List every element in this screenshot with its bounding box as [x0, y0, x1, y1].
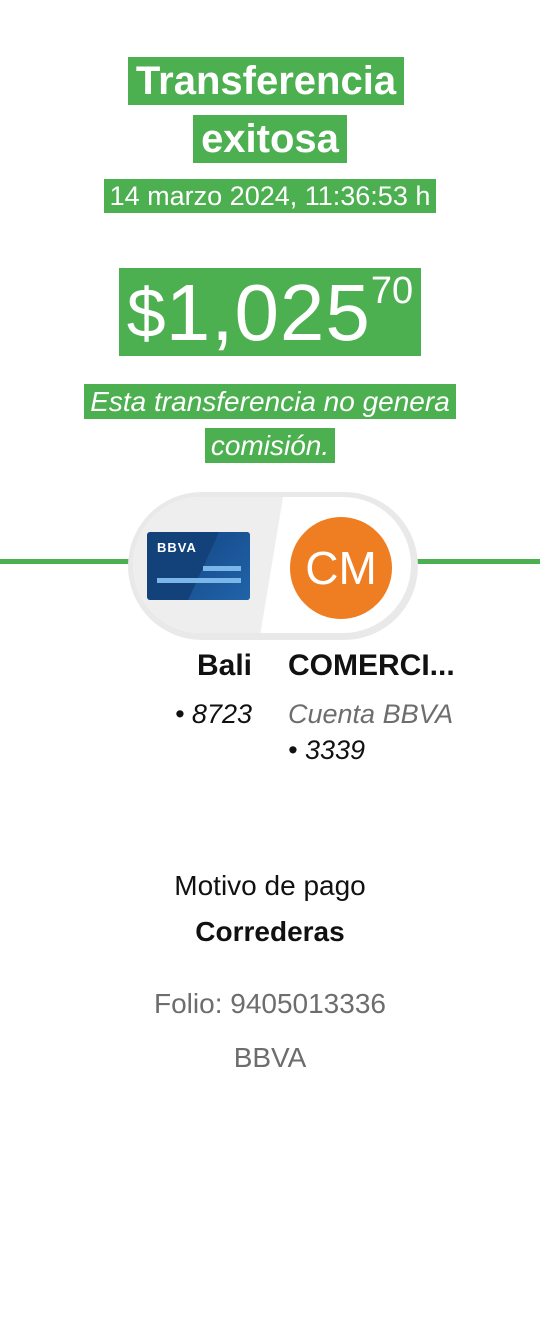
datetime-text: 14 marzo 2024, 11:36:53 h [103, 179, 437, 213]
success-header: Transferencia exitosa 14 marzo 2024, 11:… [0, 0, 540, 562]
note-text: Esta transferencia no genera comisión. [84, 384, 456, 463]
payment-reason-value: Correderas [195, 916, 345, 947]
bank-name: BBVA [233, 1042, 307, 1073]
destination-account-name: COMERCI... [288, 649, 455, 682]
card-stripe [157, 578, 241, 583]
recipient-avatar: CM [290, 517, 392, 619]
title-text: Transferencia exitosa [127, 57, 405, 163]
amount-decimals: 70 [370, 270, 414, 312]
bank-card-icon: BBVA [147, 532, 250, 600]
amount-currency: $ [126, 274, 166, 352]
source-account-name: Bali [196, 649, 252, 682]
card-logo: BBVA [157, 540, 197, 555]
page-title: Transferencia exitosa [60, 52, 480, 168]
destination-account-number: • 3339 [288, 735, 366, 765]
transfer-datetime: 14 marzo 2024, 11:36:53 h [0, 178, 540, 214]
card-stripe [203, 566, 241, 571]
transfer-amount: $1,02570 [0, 268, 540, 357]
destination-account-type: Cuenta BBVA [288, 699, 454, 729]
commission-note: Esta transferencia no genera comisión. [40, 380, 500, 468]
source-account-number: • 8723 [174, 699, 252, 729]
amount-highlight: $1,02570 [118, 268, 422, 357]
amount-integer: 1,025 [165, 268, 371, 357]
folio-number: Folio: 9405013336 [154, 988, 386, 1019]
payment-reason-label: Motivo de pago [174, 870, 366, 901]
